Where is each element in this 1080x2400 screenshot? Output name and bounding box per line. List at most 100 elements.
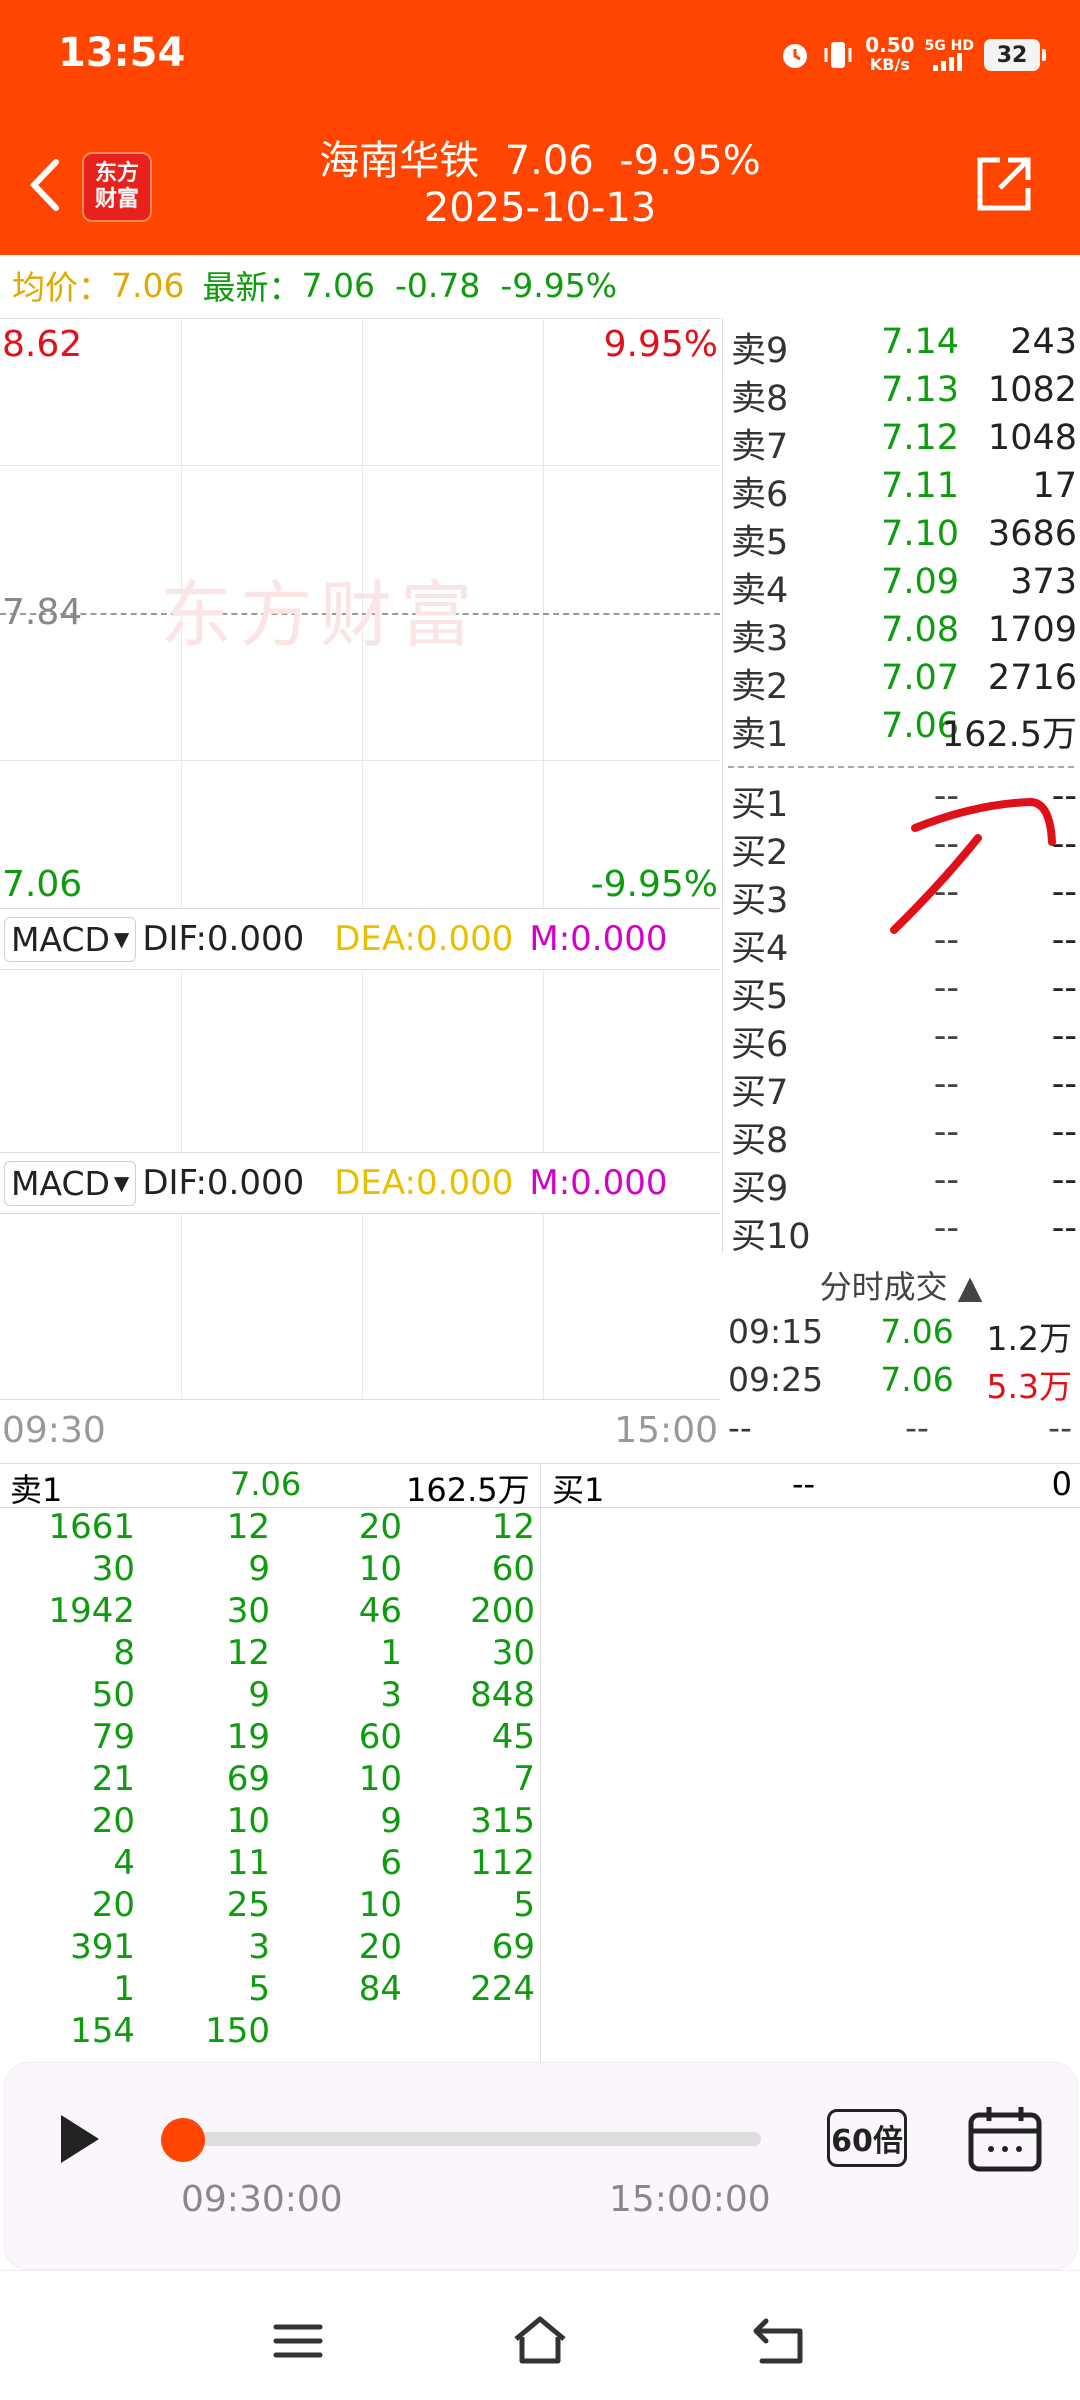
queue-cell: 10 xyxy=(358,1759,402,1799)
level-price: 7.10 xyxy=(881,514,959,554)
level-volume: 17 xyxy=(1032,466,1077,506)
queue-cell: 60 xyxy=(491,1549,535,1589)
queue-cell: 10 xyxy=(226,1801,270,1841)
bid-row[interactable]: 买7 -- -- xyxy=(727,1064,1077,1113)
level-price: 7.12 xyxy=(881,418,959,458)
trade-time: 09:15 xyxy=(728,1312,824,1351)
change-value: -0.78 xyxy=(394,265,481,305)
bid-row[interactable]: 买6 -- -- xyxy=(727,1016,1077,1065)
l2-sell-vol: 162.5万 xyxy=(406,1471,530,1509)
stock-title: 海南华铁 7.06 -9.95% xyxy=(319,138,761,184)
status-time: 13:54 xyxy=(58,30,186,76)
level-price: 7.14 xyxy=(881,322,959,362)
macd-bar-1: MACD ▼ DIF:0.000 DEA:0.000 M:0.000 xyxy=(0,908,720,970)
back-nav-icon[interactable] xyxy=(752,2317,808,2365)
price-low-label: 7.06 xyxy=(2,864,83,905)
progress-track[interactable] xyxy=(181,2132,761,2146)
ask-row[interactable]: 卖1 7.06 162.5万 xyxy=(727,706,1077,755)
queue-cell: 12 xyxy=(491,1507,535,1547)
queue-cell: 11 xyxy=(226,1843,270,1883)
trade-price: -- xyxy=(905,1408,929,1447)
level-volume: 373 xyxy=(1010,562,1077,602)
battery-icon: 32 xyxy=(984,39,1046,71)
level-volume: -- xyxy=(1051,1064,1077,1104)
queue-cell: 12 xyxy=(226,1507,270,1547)
play-icon[interactable] xyxy=(55,2111,105,2167)
pct-low-label: -9.95% xyxy=(590,864,718,905)
share-icon[interactable] xyxy=(972,152,1036,216)
l2-buy-label: 买1 xyxy=(552,1471,605,1509)
queue-cell: 7 xyxy=(513,1759,535,1799)
menu-icon[interactable] xyxy=(272,2321,324,2361)
queue-cell: 6 xyxy=(380,1843,402,1883)
queue-row: 20 10 9 315 xyxy=(0,1801,540,1843)
ask-row[interactable]: 卖6 7.11 17 xyxy=(727,466,1077,515)
trade-volume: 5.3万 xyxy=(986,1367,1072,1406)
status-icons: 0.50 KB/s 5G HD 32 xyxy=(779,32,1046,78)
signal-block: 5G HD xyxy=(925,39,974,71)
trade-price: 7.06 xyxy=(880,1360,954,1399)
start-time: 09:30:00 xyxy=(181,2179,343,2220)
bid-row[interactable]: 买8 -- -- xyxy=(727,1112,1077,1161)
vibrate-icon xyxy=(824,42,852,68)
speed-button[interactable]: 60倍 xyxy=(827,2109,907,2167)
ask-row[interactable]: 卖9 7.14 243 xyxy=(727,322,1077,371)
l2-sell-price: 7.06 xyxy=(230,1465,302,1503)
alarm-icon xyxy=(783,44,808,68)
ask-row[interactable]: 卖8 7.13 1082 xyxy=(727,370,1077,419)
trade-row: -- -- -- xyxy=(722,1408,1080,1456)
level-label: 卖5 xyxy=(731,523,789,563)
queue-row: 1 5 84 224 xyxy=(0,1969,540,2011)
annotation-stroke xyxy=(890,797,1056,934)
ask-row[interactable]: 卖7 7.12 1048 xyxy=(727,418,1077,467)
speed-value: 0.50 xyxy=(865,33,915,57)
network-type: 5G HD xyxy=(924,38,974,54)
trades-title: 分时成交 xyxy=(819,1268,948,1306)
level-label: 买1 xyxy=(731,785,789,825)
latest-value: 7.06 xyxy=(301,265,375,305)
queue-cell: 60 xyxy=(358,1717,402,1757)
calendar-icon[interactable] xyxy=(967,2105,1043,2173)
ask-row[interactable]: 卖2 7.07 2716 xyxy=(727,658,1077,707)
macd-name: MACD xyxy=(11,1163,110,1203)
macd-selector-2[interactable]: MACD ▼ xyxy=(4,1160,137,1206)
ask-row[interactable]: 卖5 7.10 3686 xyxy=(727,514,1077,563)
dropdown-arrow-icon: ▼ xyxy=(113,927,130,951)
queue-cell: 20 xyxy=(91,1801,135,1841)
macd-name: MACD xyxy=(11,919,110,959)
queue-row: 50 9 3 848 xyxy=(0,1675,540,1717)
trades-header[interactable]: 分时成交 ▲ xyxy=(722,1252,1080,1312)
queue-cell: 19 xyxy=(226,1717,270,1757)
queue-cell: 1661 xyxy=(48,1507,135,1547)
queue-cell: 1 xyxy=(113,1969,135,2009)
bid-row[interactable]: 买5 -- -- xyxy=(727,968,1077,1017)
trade-time: -- xyxy=(728,1408,752,1447)
level-label: 买8 xyxy=(731,1121,789,1161)
progress-thumb[interactable] xyxy=(161,2118,205,2162)
queue-cell: 8 xyxy=(113,1633,135,1673)
level-volume: -- xyxy=(1051,1208,1077,1248)
level-price: -- xyxy=(933,1160,959,1200)
bid-row[interactable]: 买9 -- -- xyxy=(727,1160,1077,1209)
l2-sell-label: 卖1 xyxy=(10,1471,63,1509)
ask-row[interactable]: 卖4 7.09 373 xyxy=(727,562,1077,611)
ask-row[interactable]: 卖3 7.08 1709 xyxy=(727,610,1077,659)
dif-value: DIF:0.000 xyxy=(142,919,305,959)
intraday-chart[interactable]: 8.62 9.95% 7.84 东方财富 7.06 -9.95% MACD ▼ D… xyxy=(0,318,720,1456)
home-icon[interactable] xyxy=(510,2315,570,2365)
queue-cell: 150 xyxy=(205,2011,270,2051)
macd-selector-1[interactable]: MACD ▼ xyxy=(4,916,137,962)
avg-value: 7.06 xyxy=(111,265,185,305)
level-price: 7.13 xyxy=(881,370,959,410)
bid-row[interactable]: 买10 -- -- xyxy=(727,1208,1077,1257)
watermark: 东方财富 xyxy=(160,573,481,657)
queue-cell: 1 xyxy=(380,1633,402,1673)
level-label: 卖1 xyxy=(731,715,789,755)
trade-row: 09:15 7.06 1.2万 xyxy=(722,1312,1080,1360)
level-label: 买5 xyxy=(731,977,789,1017)
level-price: 7.07 xyxy=(881,658,959,698)
queue-cell: 20 xyxy=(91,1885,135,1925)
queue-cell: 84 xyxy=(358,1969,402,2009)
level-label: 卖8 xyxy=(731,379,789,419)
level-volume: 1082 xyxy=(987,370,1077,410)
